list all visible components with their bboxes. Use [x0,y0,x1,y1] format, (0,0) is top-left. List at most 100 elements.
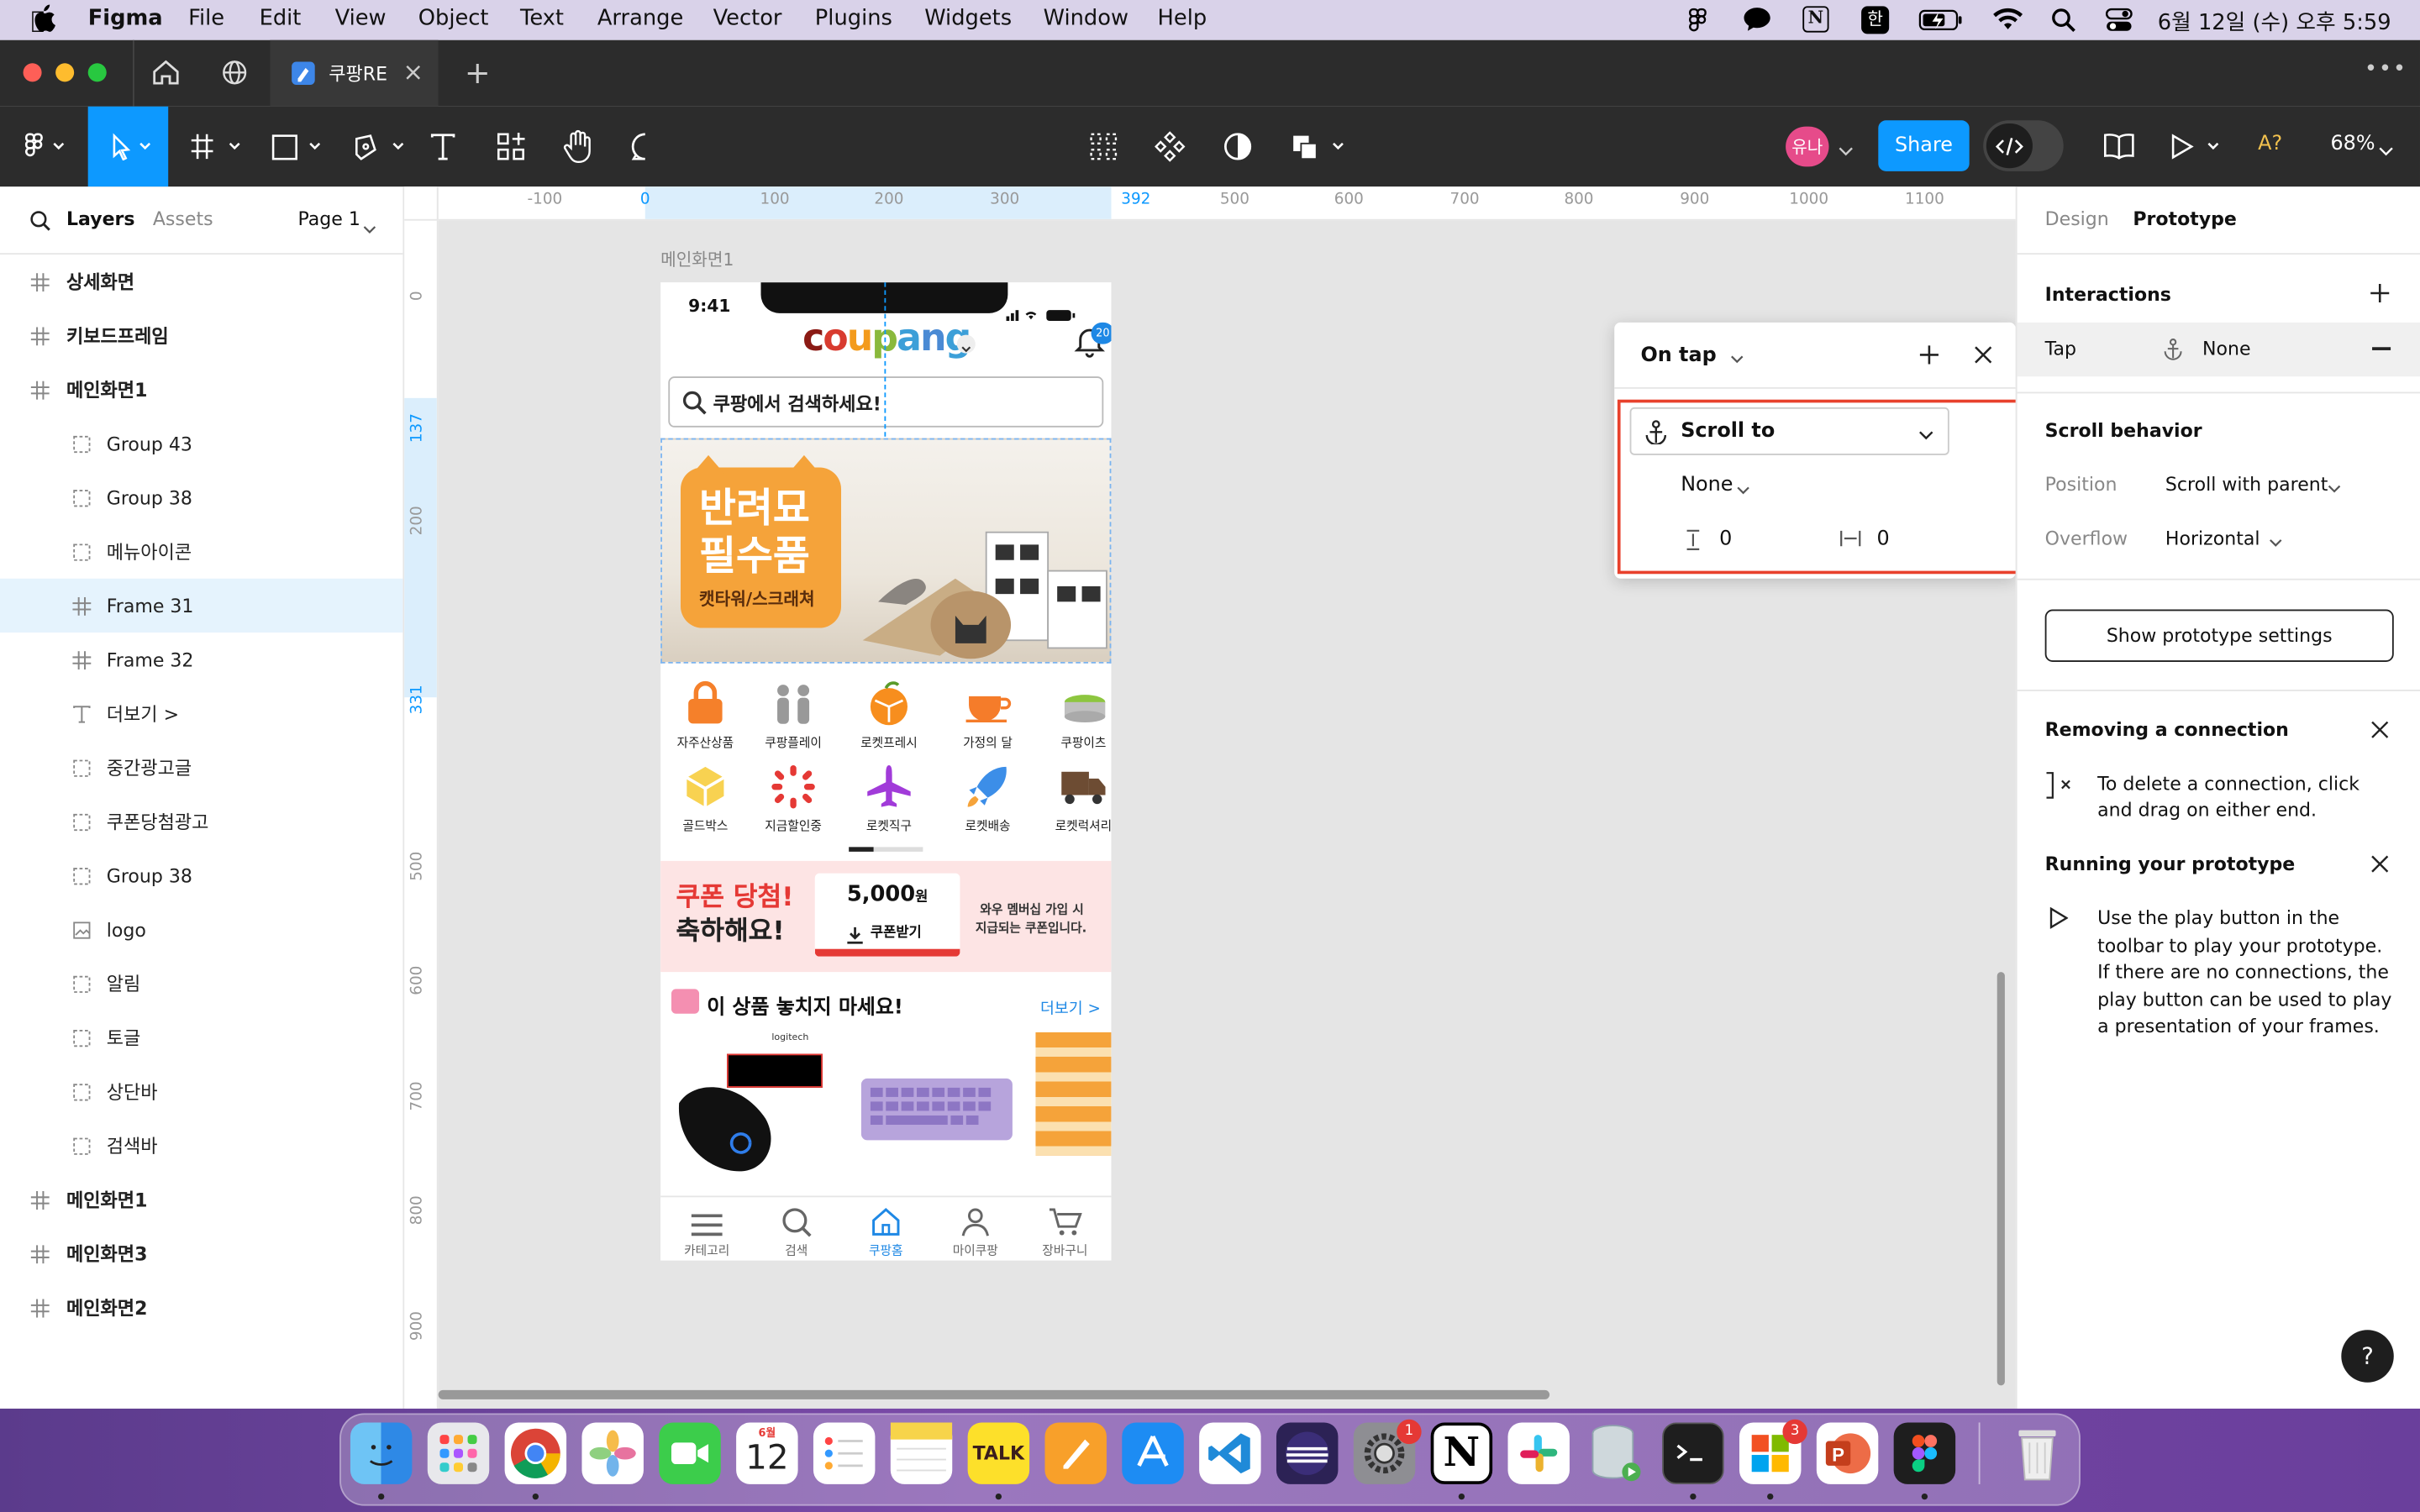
layer-row[interactable]: 알림 [0,957,402,1011]
position-select[interactable]: Scroll with parent [2165,474,2328,496]
search-layers-icon[interactable] [29,208,51,238]
chevron-down-icon[interactable] [1837,136,1855,165]
page-selector[interactable]: Page 1 [297,208,360,230]
library-book-icon[interactable] [2096,107,2142,187]
category-item[interactable]: 쿠팡플레이 [750,679,837,751]
frame-tool-button[interactable] [179,107,247,187]
category-item[interactable]: 로켓럭셔리 [1040,762,1111,834]
see-more-link[interactable]: 더보기 > [1040,995,1101,1018]
close-tab-icon[interactable]: × [402,57,424,87]
category-item[interactable]: 로켓배송 [944,762,1031,834]
menu-widgets[interactable]: Widgets [924,6,1012,30]
main-menu-button[interactable] [6,107,83,187]
eclipse-icon[interactable] [1276,1422,1339,1484]
layer-row[interactable]: Frame 32 [0,633,402,686]
hand-tool-icon[interactable] [554,107,600,187]
tab-category[interactable]: 카테고리 [662,1197,752,1258]
layer-row[interactable]: 메인화면2 [0,1280,402,1334]
new-tab-icon[interactable]: + [465,54,491,91]
kakaotalk-icon[interactable]: TALK [967,1422,1030,1484]
menu-window[interactable]: Window [1044,6,1128,30]
tab-cart[interactable]: 장바구니 [1020,1197,1110,1258]
layer-row[interactable]: 쿠폰당첨광고 [0,795,402,848]
wifi-icon[interactable] [1992,8,2023,37]
boolean-groups-button[interactable] [1284,107,1352,187]
menubar-clock[interactable]: 6월 12일 (수) 오후 5:59 [2158,6,2391,37]
app-menu-figma[interactable]: Figma [88,6,163,30]
help-button[interactable]: ? [2341,1330,2394,1383]
dev-mode-toggle[interactable] [1983,120,2064,171]
layer-row[interactable]: 메인화면1 [0,363,402,417]
menu-view[interactable]: View [335,6,387,30]
home-icon[interactable] [153,60,179,92]
create-component-icon[interactable] [1081,107,1127,187]
snack-product-image[interactable] [1035,1032,1112,1156]
pages-icon[interactable] [1044,1422,1107,1484]
chrome-icon[interactable] [504,1422,567,1484]
close-popup-icon[interactable] [1972,344,1994,372]
notion-icon[interactable]: N [1430,1422,1493,1484]
comment-tool-icon[interactable] [622,107,668,187]
file-tab[interactable]: 쿠팡RE × [270,39,439,107]
finder-icon[interactable] [350,1422,413,1484]
zoom-chevron-icon[interactable] [2378,136,2393,165]
layer-row[interactable]: 메뉴아이콘 [0,524,402,578]
launchpad-icon[interactable] [427,1422,490,1484]
menu-file[interactable]: File [188,6,224,30]
category-item[interactable]: 로켓프레시 [846,679,933,751]
user-avatar[interactable]: 유나 [1786,126,1829,167]
category-item[interactable]: 가정의 달 [944,679,1031,751]
remove-interaction-icon[interactable] [2372,347,2391,350]
menu-object[interactable]: Object [418,6,489,30]
category-item[interactable]: 골드박스 [662,762,749,834]
tab-search[interactable]: 검색 [751,1197,841,1258]
overflow-select[interactable]: Horizontal [2165,528,2260,549]
control-center-icon[interactable] [2105,8,2133,39]
community-globe-icon[interactable] [222,60,247,92]
canvas-vertical-scrollbar[interactable] [1996,972,2005,1386]
frame-label[interactable]: 메인화면1 [660,247,734,271]
notes-icon[interactable] [890,1422,953,1484]
present-play-button[interactable] [2167,107,2228,187]
layer-row[interactable]: Frame 31 [0,578,403,633]
tab-design[interactable]: Design [2045,208,2109,230]
database-icon[interactable] [1585,1422,1646,1483]
tab-assets[interactable]: Assets [153,208,213,230]
trash-icon[interactable] [2007,1422,2068,1483]
tab-my-coupang[interactable]: 마이쿠팡 [931,1197,1021,1258]
shape-tool-button[interactable] [262,107,330,187]
battery-icon[interactable] [1918,9,1965,37]
messages-status-icon[interactable] [1743,6,1772,39]
move-tool-button[interactable] [87,106,169,187]
position-chevron-icon[interactable] [2328,478,2342,500]
add-action-icon[interactable] [1918,344,1940,372]
menu-arrange[interactable]: Arrange [597,6,683,30]
photos-icon[interactable] [581,1422,644,1484]
interaction-row[interactable]: Tap None [2017,322,2420,377]
tab-layers[interactable]: Layers [66,208,135,230]
menu-help[interactable]: Help [1158,6,1207,30]
category-item[interactable]: 지금할인중 [750,762,837,834]
more-options-icon[interactable]: ••• [2365,57,2407,81]
layer-row[interactable]: 상단바 [0,1064,402,1118]
layer-row[interactable]: Group 38 [0,848,402,902]
canvas-horizontal-scrollbar[interactable] [438,1389,1550,1399]
spotlight-search-icon[interactable] [2051,8,2075,39]
facetime-icon[interactable] [659,1422,721,1484]
menu-edit[interactable]: Edit [260,6,302,30]
category-item[interactable]: 로켓직구 [846,762,933,834]
coupang-logo[interactable]: coupang [802,317,971,360]
component-icon[interactable] [1147,107,1193,187]
layer-row[interactable]: 토글 [0,1011,402,1064]
overflow-chevron-icon[interactable] [2269,533,2283,554]
dismiss-tip-icon[interactable] [2370,721,2389,744]
reminders-icon[interactable] [813,1422,876,1484]
trigger-chevron-icon[interactable] [1730,349,1744,372]
category-item[interactable]: 자주산상품 [662,679,749,751]
zoom-window-button[interactable] [87,63,107,82]
powerpoint-icon[interactable]: P [1816,1422,1879,1484]
resources-tool-icon[interactable] [487,107,534,187]
pen-tool-button[interactable] [345,107,413,187]
terminal-icon[interactable] [1662,1422,1724,1484]
logo-toggle-chevron-icon[interactable] [956,334,976,354]
